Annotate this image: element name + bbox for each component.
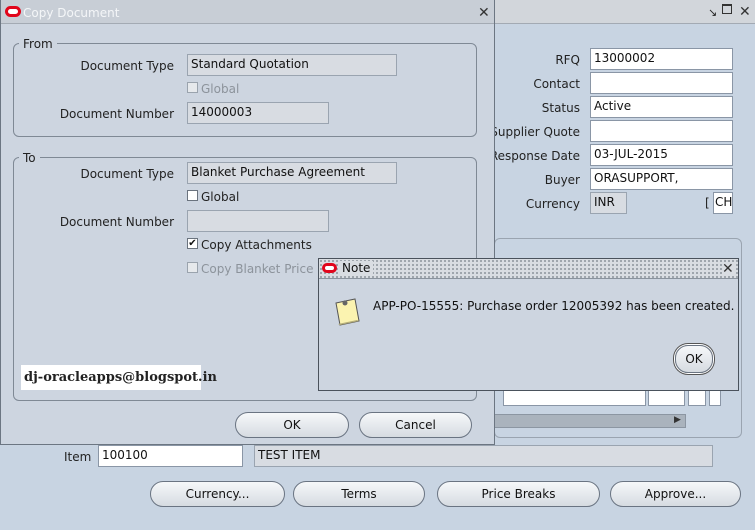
bracket-open: [ (705, 196, 710, 210)
to-global-checkbox[interactable] (187, 190, 198, 201)
to-group-label: To (19, 151, 40, 165)
approve-button[interactable]: Approve... (610, 481, 741, 507)
oracle-logo-icon (322, 263, 337, 273)
note-titlebar[interactable]: Note ✕ (319, 259, 738, 279)
currency-extra-field[interactable]: CH (713, 192, 733, 214)
close-icon[interactable]: ✕ (722, 262, 734, 276)
supplier-quote-label: Supplier Quote (490, 125, 580, 139)
watermark-text: dj-oracleapps@blogspot.in (21, 365, 217, 390)
to-global-label: Global (201, 190, 240, 204)
scroll-right-arrow-icon[interactable]: ▶ (674, 415, 681, 425)
currency-field[interactable]: INR (590, 192, 627, 214)
status-label: Status (541, 101, 580, 115)
from-doc-type-label: Document Type (80, 59, 174, 73)
copy-attachments-label: Copy Attachments (201, 238, 312, 252)
copy-attachments-checkbox[interactable]: ✔ (187, 238, 198, 249)
currency-button[interactable]: Currency... (150, 481, 285, 507)
response-date-field[interactable]: 03-JUL-2015 (590, 144, 733, 166)
copy-dialog-titlebar[interactable]: Copy Document ✕ (1, 0, 494, 24)
copy-dialog-title: Copy Document (23, 6, 120, 20)
contact-field[interactable] (590, 72, 733, 94)
minimize-icon[interactable]: ↘ (708, 6, 717, 19)
to-doc-number-field[interactable] (187, 210, 329, 232)
checkmark-icon: ✔ (188, 238, 197, 249)
rfq-field[interactable]: 13000002 (590, 48, 733, 70)
from-global-label: Global (201, 82, 240, 96)
buyer-label: Buyer (544, 173, 580, 187)
copy-blanket-price-checkbox[interactable] (187, 262, 198, 273)
item-description-field[interactable]: TEST ITEM (254, 445, 713, 467)
maximize-icon[interactable] (722, 4, 732, 14)
contact-label: Contact (533, 77, 580, 91)
from-doc-number-field[interactable]: 14000003 (187, 102, 329, 124)
from-global-checkbox[interactable] (187, 82, 198, 93)
copy-cancel-button[interactable]: Cancel (359, 412, 472, 438)
copy-ok-button[interactable]: OK (235, 412, 349, 438)
note-message: APP-PO-15555: Purchase order 12005392 ha… (373, 299, 735, 313)
from-doc-number-label: Document Number (59, 107, 174, 121)
from-doc-type-field[interactable]: Standard Quotation (187, 54, 397, 76)
price-breaks-button[interactable]: Price Breaks (437, 481, 600, 507)
to-doc-type-label: Document Type (80, 167, 174, 181)
to-doc-type-field[interactable]: Blanket Purchase Agreement (187, 162, 397, 184)
copy-blanket-price-label: Copy Blanket Price (201, 262, 314, 276)
note-title: Note (339, 261, 374, 275)
to-doc-number-label: Document Number (59, 215, 174, 229)
from-group-label: From (19, 37, 57, 51)
note-icon (333, 297, 361, 326)
terms-button[interactable]: Terms (293, 481, 425, 507)
rfq-label: RFQ (555, 53, 580, 67)
close-icon[interactable]: ✕ (739, 5, 751, 19)
response-date-label: Response Date (489, 149, 580, 163)
item-label: Item (64, 450, 92, 464)
horizontal-scrollbar[interactable] (494, 414, 686, 428)
supplier-quote-field[interactable] (590, 120, 733, 142)
item-number-field[interactable]: 100100 (98, 445, 243, 467)
close-icon[interactable]: ✕ (478, 6, 490, 20)
oracle-logo-icon (5, 6, 21, 17)
status-field[interactable]: Active (590, 96, 733, 118)
note-ok-button[interactable]: OK (675, 345, 713, 373)
currency-label: Currency (525, 197, 580, 211)
buyer-field[interactable]: ORASUPPORT, (590, 168, 733, 190)
note-dialog: Note ✕ APP-PO-15555: Purchase order 1200… (318, 258, 739, 391)
